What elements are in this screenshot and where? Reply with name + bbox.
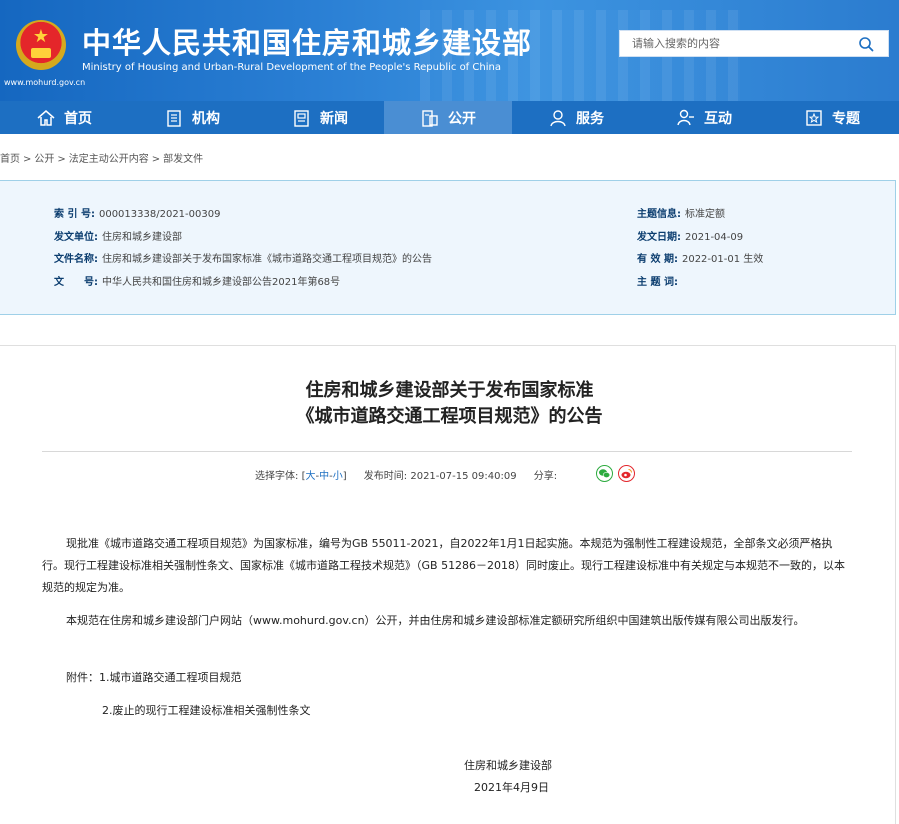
info-date: 发文日期: 2021-04-09: [637, 232, 744, 243]
breadcrumb-public[interactable]: 公开: [34, 154, 54, 165]
building-icon: [167, 109, 181, 127]
share-weibo-button[interactable]: [618, 465, 635, 482]
article-title: 住房和城乡建设部关于发布国家标准 《城市道路交通工程项目规范》的公告: [0, 378, 899, 430]
nav-label: 首页: [64, 110, 92, 127]
font-small-button[interactable]: 小: [333, 471, 343, 482]
main-nav: 首页 机构 新闻 公开 服务 互动 专题: [0, 101, 899, 134]
nav-item-interact[interactable]: 互动: [640, 101, 768, 134]
nav-item-service[interactable]: 服务: [512, 101, 640, 134]
font-medium-button[interactable]: 中: [319, 471, 329, 482]
nav-label: 公开: [448, 110, 476, 127]
title-divider: [42, 451, 852, 452]
site-url: www.mohurd.gov.cn: [4, 78, 86, 87]
article-title-line2: 《城市道路交通工程项目规范》的公告: [296, 406, 603, 427]
weibo-icon: [618, 465, 635, 482]
info-index: 索 引 号: 000013338/2021-00309: [54, 209, 221, 220]
site-subtitle: Ministry of Housing and Urban-Rural Deve…: [82, 62, 501, 73]
national-emblem-icon: ★: [16, 20, 66, 70]
info-name: 文件名称: 住房和城乡建设部关于发布国家标准《城市道路交通工程项目规范》的公告: [54, 254, 432, 265]
share-wechat-button[interactable]: [596, 465, 613, 482]
info-unit: 发文单位: 住房和城乡建设部: [54, 232, 182, 243]
share-label: 分享:: [533, 471, 558, 482]
publish-time-label: 发布时间:: [363, 471, 408, 482]
nav-label: 新闻: [320, 110, 348, 127]
search-icon: [859, 36, 874, 51]
nav-item-home[interactable]: 首页: [0, 101, 128, 134]
attachment-1: 附件：1.城市道路交通工程项目规范: [66, 671, 242, 684]
info-doc-number: 文 号: 中华人民共和国住房和城乡建设部公告2021年第68号: [54, 277, 341, 288]
article-paragraph-1: 现批准《城市道路交通工程项目规范》为国家标准，编号为GB 55011-2021，…: [42, 537, 846, 594]
nav-label: 机构: [192, 110, 220, 127]
search-box: [619, 30, 889, 57]
nav-item-public[interactable]: 公开: [384, 101, 512, 134]
publish-time: 2021-07-15 09:40:09: [410, 471, 517, 482]
nav-label: 服务: [576, 110, 604, 127]
nav-item-news[interactable]: 新闻: [256, 101, 384, 134]
document-info-box: [0, 180, 896, 315]
interact-icon: [677, 109, 694, 125]
breadcrumb-legal-content[interactable]: 法定主动公开内容: [69, 154, 149, 165]
service-icon: [550, 109, 566, 126]
search-input[interactable]: [620, 31, 858, 56]
info-keywords: 主 题 词:: [637, 277, 678, 288]
nav-label: 专题: [832, 110, 860, 127]
article-title-line1: 住房和城乡建设部关于发布国家标准: [305, 380, 594, 401]
info-topic: 主题信息: 标准定额: [637, 209, 725, 220]
breadcrumb: 首页 > 公开 > 法定主动公开内容 > 部发文件: [0, 154, 204, 165]
search-button[interactable]: [844, 31, 888, 56]
public-icon: [422, 109, 438, 127]
font-large-button[interactable]: 大: [305, 471, 315, 482]
article-meta: 选择字体: [大-中-小] 发布时间: 2021-07-15 09:40:09 …: [255, 471, 558, 482]
nav-item-org[interactable]: 机构: [128, 101, 256, 134]
font-size-label: 选择字体:: [255, 471, 299, 482]
news-icon: [294, 109, 309, 127]
article-paragraph-2: 本规范在住房和城乡建设部门户网站（www.mohurd.gov.cn）公开，并由…: [66, 614, 805, 627]
info-valid: 有 效 期: 2022-01-01 生效: [637, 254, 764, 265]
site-header: ★ www.mohurd.gov.cn 中华人民共和国住房和城乡建设部 Mini…: [0, 0, 899, 101]
home-icon: [37, 109, 55, 126]
nav-item-topic[interactable]: 专题: [768, 101, 896, 134]
topic-icon: [806, 109, 822, 126]
sign-date: 2021年4月9日: [474, 781, 549, 794]
nav-label: 互动: [704, 110, 732, 127]
signer: 住房和城乡建设部: [464, 759, 552, 772]
breadcrumb-ministry-docs[interactable]: 部发文件: [163, 154, 203, 165]
site-title[interactable]: 中华人民共和国住房和城乡建设部: [82, 20, 532, 62]
attachment-2: 2.废止的现行工程建设标准相关强制性条文: [102, 704, 311, 717]
wechat-icon: [596, 465, 613, 482]
breadcrumb-home[interactable]: 首页: [0, 154, 20, 165]
